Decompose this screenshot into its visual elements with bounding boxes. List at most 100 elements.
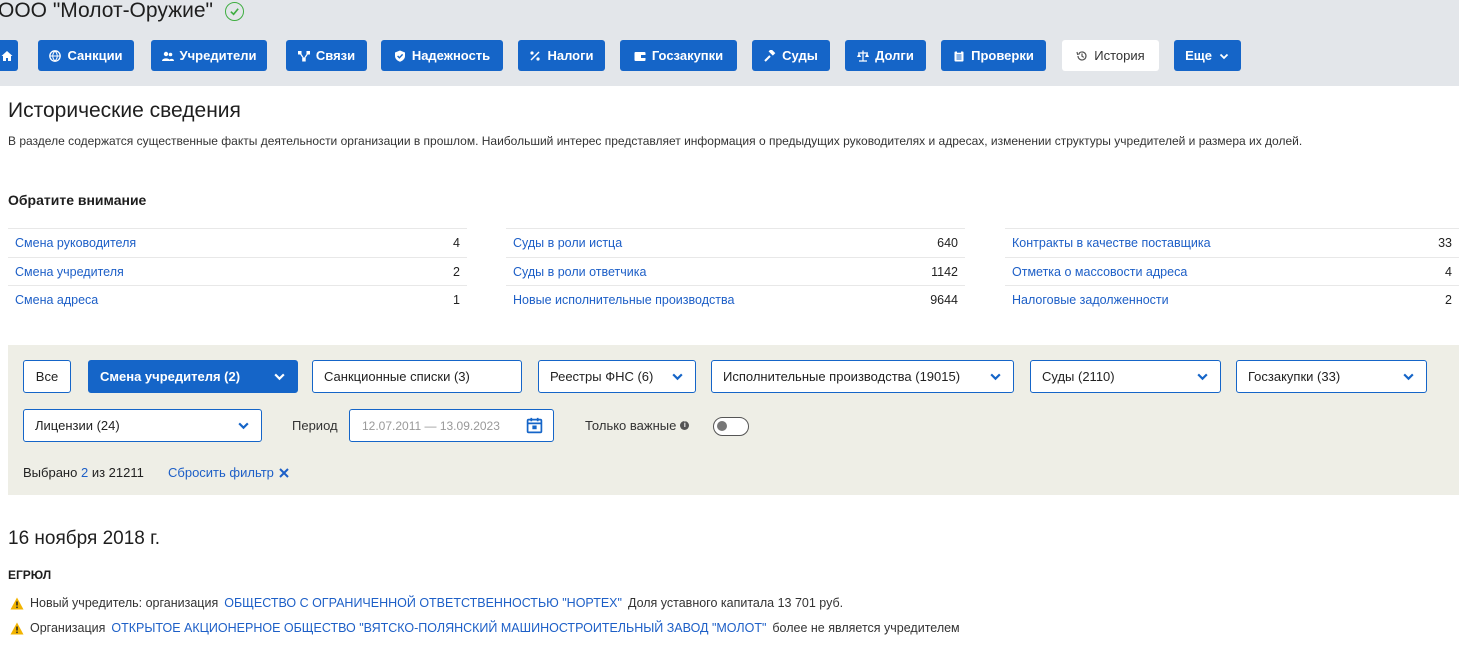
- tab-label: Налоги: [547, 48, 594, 63]
- tab-courts[interactable]: Суды: [752, 40, 830, 71]
- tab-label: Связи: [315, 48, 356, 63]
- filter-label: Госзакупки (33): [1248, 369, 1341, 384]
- selected-suffix: из 21211: [91, 465, 144, 480]
- stat-link[interactable]: Контракты в качестве поставщика: [1012, 236, 1211, 250]
- event-org-link[interactable]: ОБЩЕСТВО С ОГРАНИЧЕННОЙ ОТВЕТСТВЕННОСТЬЮ…: [224, 596, 622, 610]
- tab-more[interactable]: Еще: [1174, 40, 1241, 71]
- filter-sanctions-dropdown[interactable]: Санкционные списки (3): [312, 360, 522, 393]
- event-source: ЕГРЮЛ: [8, 568, 52, 582]
- stat-row[interactable]: Налоговые задолженности 2: [1005, 285, 1459, 314]
- event-text: Организация: [30, 621, 106, 635]
- attention-title: Обратите внимание: [8, 192, 147, 208]
- page-description: В разделе содержатся существенные факты …: [8, 134, 1303, 148]
- filter-label: Суды (2110): [1042, 369, 1115, 384]
- toggle-knob: [717, 421, 727, 431]
- gavel-icon: [764, 49, 776, 62]
- tab-taxes[interactable]: Налоги: [518, 40, 605, 71]
- tab-label: Учредители: [179, 48, 257, 63]
- filter-founder-change-dropdown[interactable]: Смена учредителя (2): [88, 360, 298, 393]
- filter-enforcement-dropdown[interactable]: Исполнительные производства (19015): [711, 360, 1014, 393]
- tab-history[interactable]: История: [1062, 40, 1159, 71]
- stat-link[interactable]: Новые исполнительные производства: [513, 293, 734, 307]
- chevron-down-icon: [1403, 373, 1414, 381]
- stat-value: 4: [1445, 265, 1452, 279]
- scales-icon: [857, 50, 870, 62]
- filter-label: Санкционные списки (3): [324, 369, 470, 384]
- stat-row[interactable]: Отметка о массовости адреса 4: [1005, 257, 1459, 286]
- stat-row[interactable]: Смена адреса 1: [8, 285, 467, 314]
- tab-label: Надежность: [411, 48, 491, 63]
- stat-value: 4: [453, 236, 460, 250]
- tab-procurement[interactable]: Госзакупки: [620, 40, 737, 71]
- tab-label: Суды: [782, 48, 818, 63]
- stat-value: 1: [453, 293, 460, 307]
- stat-link[interactable]: Суды в роли ответчика: [513, 265, 646, 279]
- stat-link[interactable]: Отметка о массовости адреса: [1012, 265, 1187, 279]
- event-text: более не является учредителем: [772, 621, 960, 635]
- stat-row[interactable]: Суды в роли истца 640: [506, 228, 965, 257]
- chevron-down-icon: [1197, 373, 1208, 381]
- tab-inspections[interactable]: Проверки: [941, 40, 1046, 71]
- home-icon: [1, 50, 13, 61]
- filter-all-button[interactable]: Все: [23, 360, 71, 393]
- stat-value: 2: [453, 265, 460, 279]
- filter-label: Смена учредителя (2): [100, 369, 241, 384]
- stat-value: 640: [937, 236, 958, 250]
- event-text: Новый учредитель: организация: [30, 596, 219, 610]
- tab-home[interactable]: [0, 40, 18, 71]
- stat-row[interactable]: Смена руководителя 4: [8, 228, 467, 257]
- filter-fns-dropdown[interactable]: Реестры ФНС (6): [538, 360, 696, 393]
- stat-link[interactable]: Смена руководителя: [15, 236, 136, 250]
- filter-label: Реестры ФНС (6): [550, 369, 654, 384]
- only-important-toggle[interactable]: [713, 417, 749, 436]
- stat-link[interactable]: Смена учредителя: [15, 265, 124, 279]
- info-icon[interactable]: i: [680, 421, 690, 430]
- percent-icon: [530, 50, 541, 61]
- tab-debts[interactable]: Долги: [845, 40, 926, 71]
- stat-row[interactable]: Новые исполнительные производства 9644: [506, 285, 965, 314]
- reset-filter-label: Сбросить фильтр: [168, 465, 274, 480]
- tab-label: Еще: [1185, 48, 1212, 63]
- chevron-down-icon: [238, 422, 249, 430]
- filter-label: Все: [35, 369, 59, 384]
- stat-row[interactable]: Контракты в качестве поставщика 33: [1005, 228, 1459, 257]
- filter-courts-dropdown[interactable]: Суды (2110): [1030, 360, 1221, 393]
- event-org-link[interactable]: ОТКРЫТОЕ АКЦИОНЕРНОЕ ОБЩЕСТВО "ВЯТСКО-ПО…: [111, 621, 766, 635]
- period-value: 12.07.2011 — 13.09.2023: [362, 418, 500, 433]
- check-circle-icon: [224, 1, 244, 21]
- users-icon: [161, 51, 174, 61]
- stat-row[interactable]: Смена учредителя 2: [8, 257, 467, 286]
- tab-links[interactable]: Связи: [286, 40, 367, 71]
- event-date: 16 ноября 2018 г.: [8, 528, 160, 549]
- wallet-icon: [634, 51, 646, 61]
- warning-icon: [10, 597, 24, 609]
- stat-value: 2: [1445, 293, 1452, 307]
- warning-icon: [10, 622, 24, 634]
- filter-licenses-dropdown[interactable]: Лицензии (24): [23, 409, 262, 442]
- chevron-down-icon: [990, 373, 1001, 381]
- stat-value: 9644: [930, 293, 958, 307]
- tab-founders[interactable]: Учредители: [151, 40, 267, 71]
- stat-link[interactable]: Суды в роли истца: [513, 236, 622, 250]
- history-icon: [1076, 50, 1087, 61]
- stat-row[interactable]: Суды в роли ответчика 1142: [506, 257, 965, 286]
- stat-link[interactable]: Налоговые задолженности: [1012, 293, 1169, 307]
- stat-value: 1142: [931, 265, 958, 279]
- shield-icon: [394, 50, 405, 62]
- page-title: Исторические сведения: [8, 99, 241, 122]
- selected-count: 2: [80, 465, 89, 480]
- period-date-range-input[interactable]: 12.07.2011 — 13.09.2023: [349, 409, 554, 442]
- stat-value: 33: [1438, 236, 1452, 250]
- stat-link[interactable]: Смена адреса: [15, 293, 98, 307]
- tab-sanctions[interactable]: Санкции: [38, 40, 134, 71]
- clipboard-icon: [954, 49, 964, 61]
- filter-label: Исполнительные производства (19015): [723, 369, 961, 384]
- filter-procurement-dropdown[interactable]: Госзакупки (33): [1236, 360, 1427, 393]
- calendar-icon[interactable]: [526, 417, 543, 434]
- tab-reliability[interactable]: Надежность: [381, 40, 503, 71]
- tab-label: Госзакупки: [651, 48, 724, 63]
- globe-icon: [49, 49, 62, 62]
- tab-label: История: [1094, 48, 1145, 63]
- network-icon: [297, 50, 310, 61]
- reset-filter-link[interactable]: Сбросить фильтр: [168, 465, 289, 480]
